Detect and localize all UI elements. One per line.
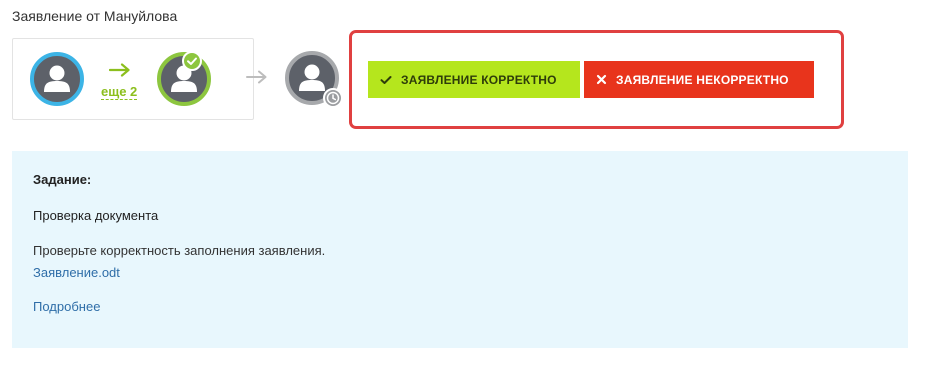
- check-icon: [182, 51, 202, 71]
- participant-avatar-current[interactable]: [30, 52, 84, 106]
- task-heading: Задание:: [33, 172, 92, 187]
- approve-button-label: ЗАЯВЛЕНИЕ КОРРЕКТНО: [401, 72, 557, 87]
- arrow-right-icon: [246, 70, 268, 89]
- approve-button[interactable]: ЗАЯВЛЕНИЕ КОРРЕКТНО: [368, 61, 580, 98]
- user-avatar-icon: [44, 65, 70, 92]
- check-icon: [380, 75, 392, 85]
- task-name: Проверка документа: [33, 208, 159, 223]
- page-title: Заявление от Мануйлова: [12, 8, 178, 24]
- task-panel: Задание: Проверка документа Проверьте ко…: [12, 151, 908, 348]
- more-participants-link[interactable]: еще 2: [101, 84, 138, 100]
- reject-button-label: ЗАЯВЛЕНИЕ НЕКОРРЕКТНО: [616, 72, 789, 87]
- workflow-panel: еще 2: [12, 38, 254, 120]
- details-link[interactable]: Подробнее: [33, 299, 100, 314]
- attachment-link[interactable]: Заявление.odt: [33, 265, 120, 280]
- clock-icon: [323, 88, 343, 108]
- arrow-right-icon: [108, 63, 131, 82]
- task-description: Проверьте корректность заполнения заявле…: [33, 243, 326, 258]
- reject-button[interactable]: ЗАЯВЛЕНИЕ НЕКОРРЕКТНО: [584, 61, 814, 98]
- close-icon: [596, 74, 607, 85]
- page: Заявление от Мануйлова еще 2 ЗАЯВЛЕНИЕ К…: [0, 0, 941, 369]
